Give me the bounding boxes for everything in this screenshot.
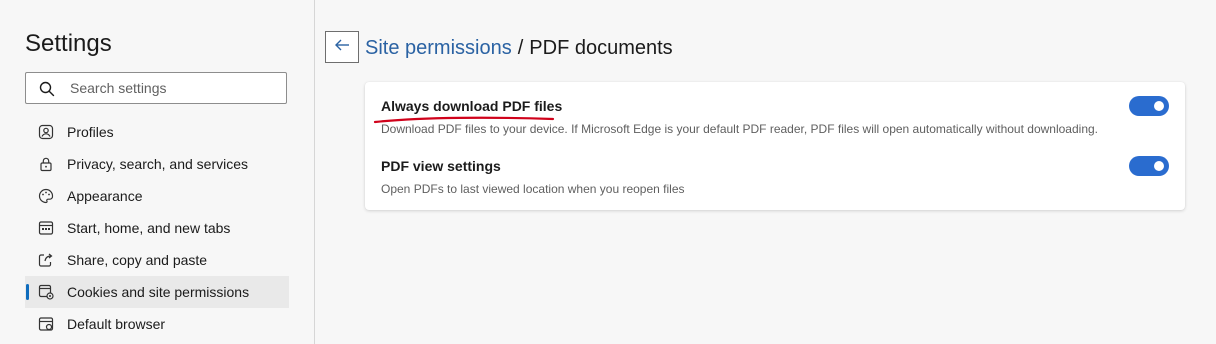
sidebar-item-start-home-tabs[interactable]: Start, home, and new tabs (25, 212, 289, 244)
cookies-settings-icon (37, 283, 55, 301)
setting-row-always-download: Always download PDF files Download PDF f… (373, 96, 1169, 158)
profile-icon (37, 123, 55, 141)
search-box[interactable] (25, 72, 287, 104)
search-icon (38, 80, 56, 98)
sidebar-item-label: Default browser (67, 316, 166, 332)
sidebar-item-label: Start, home, and new tabs (67, 220, 231, 236)
sidebar-item-label: Appearance (67, 188, 143, 204)
breadcrumb: Site permissions / PDF documents (365, 37, 673, 60)
share-icon (37, 251, 55, 269)
sidebar: Settings Profiles Privacy, search, and s… (0, 0, 315, 344)
palette-icon (37, 187, 55, 205)
setting-title: Always download PDF files (381, 98, 563, 114)
sidebar-item-label: Cookies and site permissions (67, 284, 250, 300)
sidebar-item-share-copy-paste[interactable]: Share, copy and paste (25, 244, 289, 276)
breadcrumb-separator: / (517, 37, 524, 59)
page-title: PDF documents (529, 37, 673, 59)
sidebar-nav: Profiles Privacy, search, and services A… (25, 116, 289, 340)
search-input[interactable] (70, 73, 280, 103)
setting-description: Open PDFs to last viewed location when y… (381, 182, 685, 196)
setting-description: Download PDF files to your device. If Mi… (381, 122, 1098, 136)
main-content: Site permissions / PDF documents Always … (315, 0, 1216, 344)
lock-icon (37, 155, 55, 173)
sidebar-item-label: Share, copy and paste (67, 252, 208, 268)
toggle-knob (1154, 101, 1164, 111)
toggle-knob (1154, 161, 1164, 171)
sidebar-item-default-browser[interactable]: Default browser (25, 308, 289, 340)
setting-title: PDF view settings (381, 158, 501, 174)
always-download-toggle[interactable] (1129, 96, 1169, 116)
sidebar-item-cookies-site-permissions[interactable]: Cookies and site permissions (25, 276, 289, 308)
browser-icon (37, 315, 55, 333)
sidebar-item-profiles[interactable]: Profiles (25, 116, 289, 148)
setting-row-pdf-view: PDF view settings Open PDFs to last view… (381, 156, 1169, 218)
pdf-view-settings-toggle[interactable] (1129, 156, 1169, 176)
back-button[interactable] (325, 31, 359, 63)
arrow-left-icon (332, 35, 352, 60)
settings-title: Settings (25, 30, 112, 57)
sidebar-item-privacy[interactable]: Privacy, search, and services (25, 148, 289, 180)
sidebar-item-appearance[interactable]: Appearance (25, 180, 289, 212)
sidebar-item-label: Privacy, search, and services (67, 156, 249, 172)
sidebar-item-label: Profiles (67, 124, 114, 140)
pdf-settings-card: Always download PDF files Download PDF f… (365, 82, 1185, 210)
tabs-icon (37, 219, 55, 237)
breadcrumb-site-permissions-link[interactable]: Site permissions (365, 37, 512, 60)
